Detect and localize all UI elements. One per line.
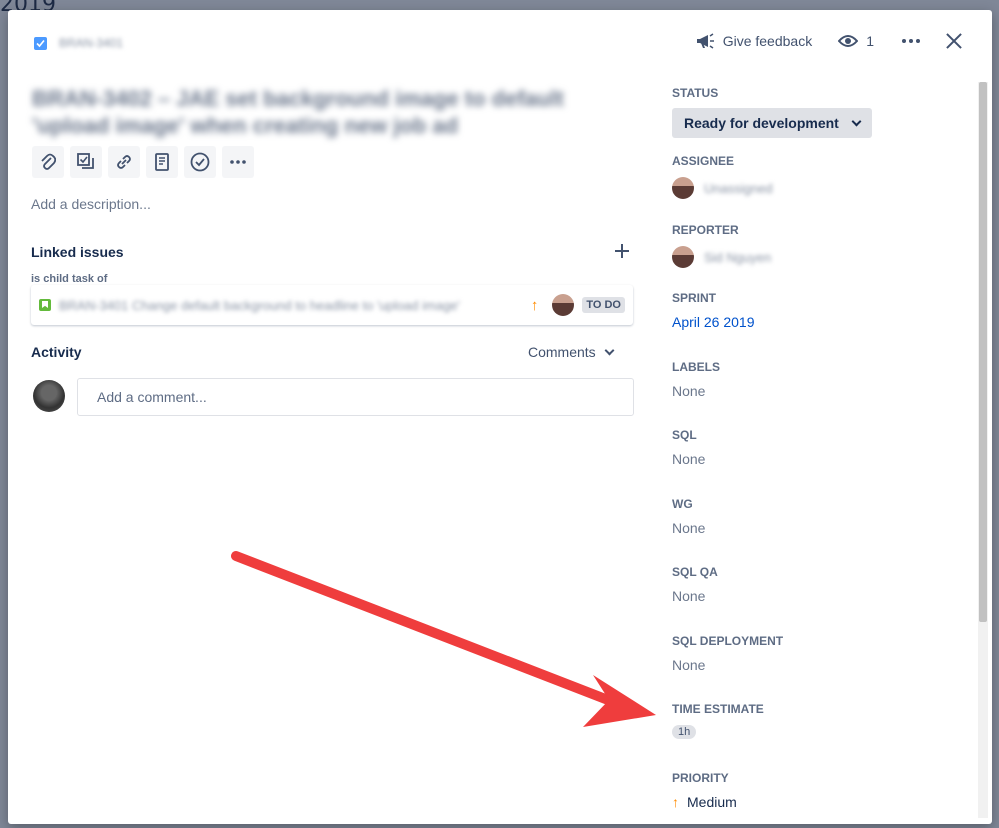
labels-label: LABELS [672,360,720,374]
description-field[interactable]: Add a description... [31,196,151,212]
activity-filter-dropdown[interactable]: Comments [528,344,615,360]
eye-icon [838,35,859,47]
priority-value: Medium [687,794,737,810]
issue-modal: BRAN-3401 Give feedback 1 BRAN-3402 – JA… [8,10,992,824]
sql-qa-label: SQL QA [672,565,718,579]
header-actions: Give feedback 1 [695,32,962,50]
more-actions-icon[interactable] [902,39,920,43]
sql-deployment-label: SQL DEPLOYMENT [672,634,784,648]
sprint-value[interactable]: April 26 2019 [672,314,755,330]
create-subtask-button[interactable] [70,146,102,178]
comment-input[interactable]: Add a comment... [77,378,634,416]
close-icon[interactable] [946,33,962,49]
activity-filter-label: Comments [528,344,596,360]
issue-key-link[interactable]: BRAN-3401 [59,36,123,50]
check-circle-icon [190,152,210,172]
sprint-label: SPRINT [672,291,717,305]
sql-field: SQL None [672,428,705,467]
labels-field: LABELS None [672,360,720,399]
issue-title[interactable]: BRAN-3402 – JAE set background image to … [32,85,572,139]
activity-heading: Activity [31,344,82,360]
more-tools-button[interactable] [222,146,254,178]
paperclip-icon [41,153,56,170]
add-checklist-button[interactable] [184,146,216,178]
sql-deployment-value[interactable]: None [672,657,783,673]
reporter-value: Sid Nguyen [704,249,772,265]
avatar [552,294,575,316]
sql-label: SQL [672,428,697,442]
time-estimate-value[interactable]: 1h [672,725,697,739]
reporter-label: REPORTER [672,223,739,237]
watch-button[interactable]: 1 [838,33,874,49]
issue-breadcrumb: BRAN-3401 [34,36,123,50]
sql-qa-field: SQL QA None [672,565,718,604]
sql-value[interactable]: None [672,451,705,467]
reporter-value-row[interactable]: Sid Nguyen [672,246,771,268]
assignee-label: ASSIGNEE [672,154,735,168]
watch-count: 1 [866,33,874,49]
time-estimate-label: TIME ESTIMATE [672,702,764,716]
priority-arrow-icon: ↑ [530,296,539,314]
linked-issues-heading: Linked issues [31,244,124,260]
status-label: STATUS [672,86,719,100]
add-linked-issue-icon[interactable] [614,243,630,259]
wg-field: WG None [672,497,705,536]
status-value: Ready for development [684,115,839,131]
status-field: STATUS Ready for development [672,86,872,138]
priority-field: PRIORITY ↑ Medium [672,771,737,810]
linked-issue-card[interactable]: BRAN-3401 Change default background to h… [31,285,633,325]
time-estimate-field: TIME ESTIMATE 1h [672,702,764,740]
current-user-avatar [33,380,65,412]
link-relation-label: is child task of [31,273,108,285]
assignee-value: Unassigned [704,180,773,196]
scrollbar-thumb[interactable] [979,82,987,622]
chevron-down-icon [851,116,862,126]
status-lozenge: TO DO [582,297,625,313]
avatar [672,246,694,268]
attach-button[interactable] [32,146,64,178]
wg-label: WG [672,497,693,511]
wg-value[interactable]: None [672,520,705,536]
priority-value-row[interactable]: ↑ Medium [672,794,737,810]
avatar [672,177,694,199]
sql-qa-value[interactable]: None [672,588,718,604]
chevron-down-icon [604,345,615,355]
megaphone-icon [696,33,714,49]
subtask-icon [77,153,94,169]
task-type-icon [34,36,47,50]
priority-label: PRIORITY [672,771,729,785]
story-icon [39,299,51,311]
labels-value[interactable]: None [672,383,720,399]
priority-medium-icon: ↑ [672,794,679,810]
give-feedback-label: Give feedback [722,33,813,49]
link-issue-button[interactable] [108,146,140,178]
status-dropdown[interactable]: Ready for development [672,108,872,138]
give-feedback-button[interactable]: Give feedback [695,32,813,50]
ellipsis-icon [230,160,246,164]
add-page-button[interactable] [146,146,178,178]
reporter-field: REPORTER Sid Nguyen [672,223,771,268]
assignee-field: ASSIGNEE Unassigned [672,154,773,199]
page-icon [155,153,169,171]
sidebar-scrollbar[interactable] [978,82,988,818]
issue-toolbar [32,146,254,178]
linked-issue-summary[interactable]: BRAN-3401 Change default background to h… [59,298,531,313]
sprint-field: SPRINT April 26 2019 [672,291,755,330]
assignee-value-row[interactable]: Unassigned [672,177,773,199]
link-icon [117,155,131,169]
sql-deployment-field: SQL DEPLOYMENT None [672,634,783,673]
